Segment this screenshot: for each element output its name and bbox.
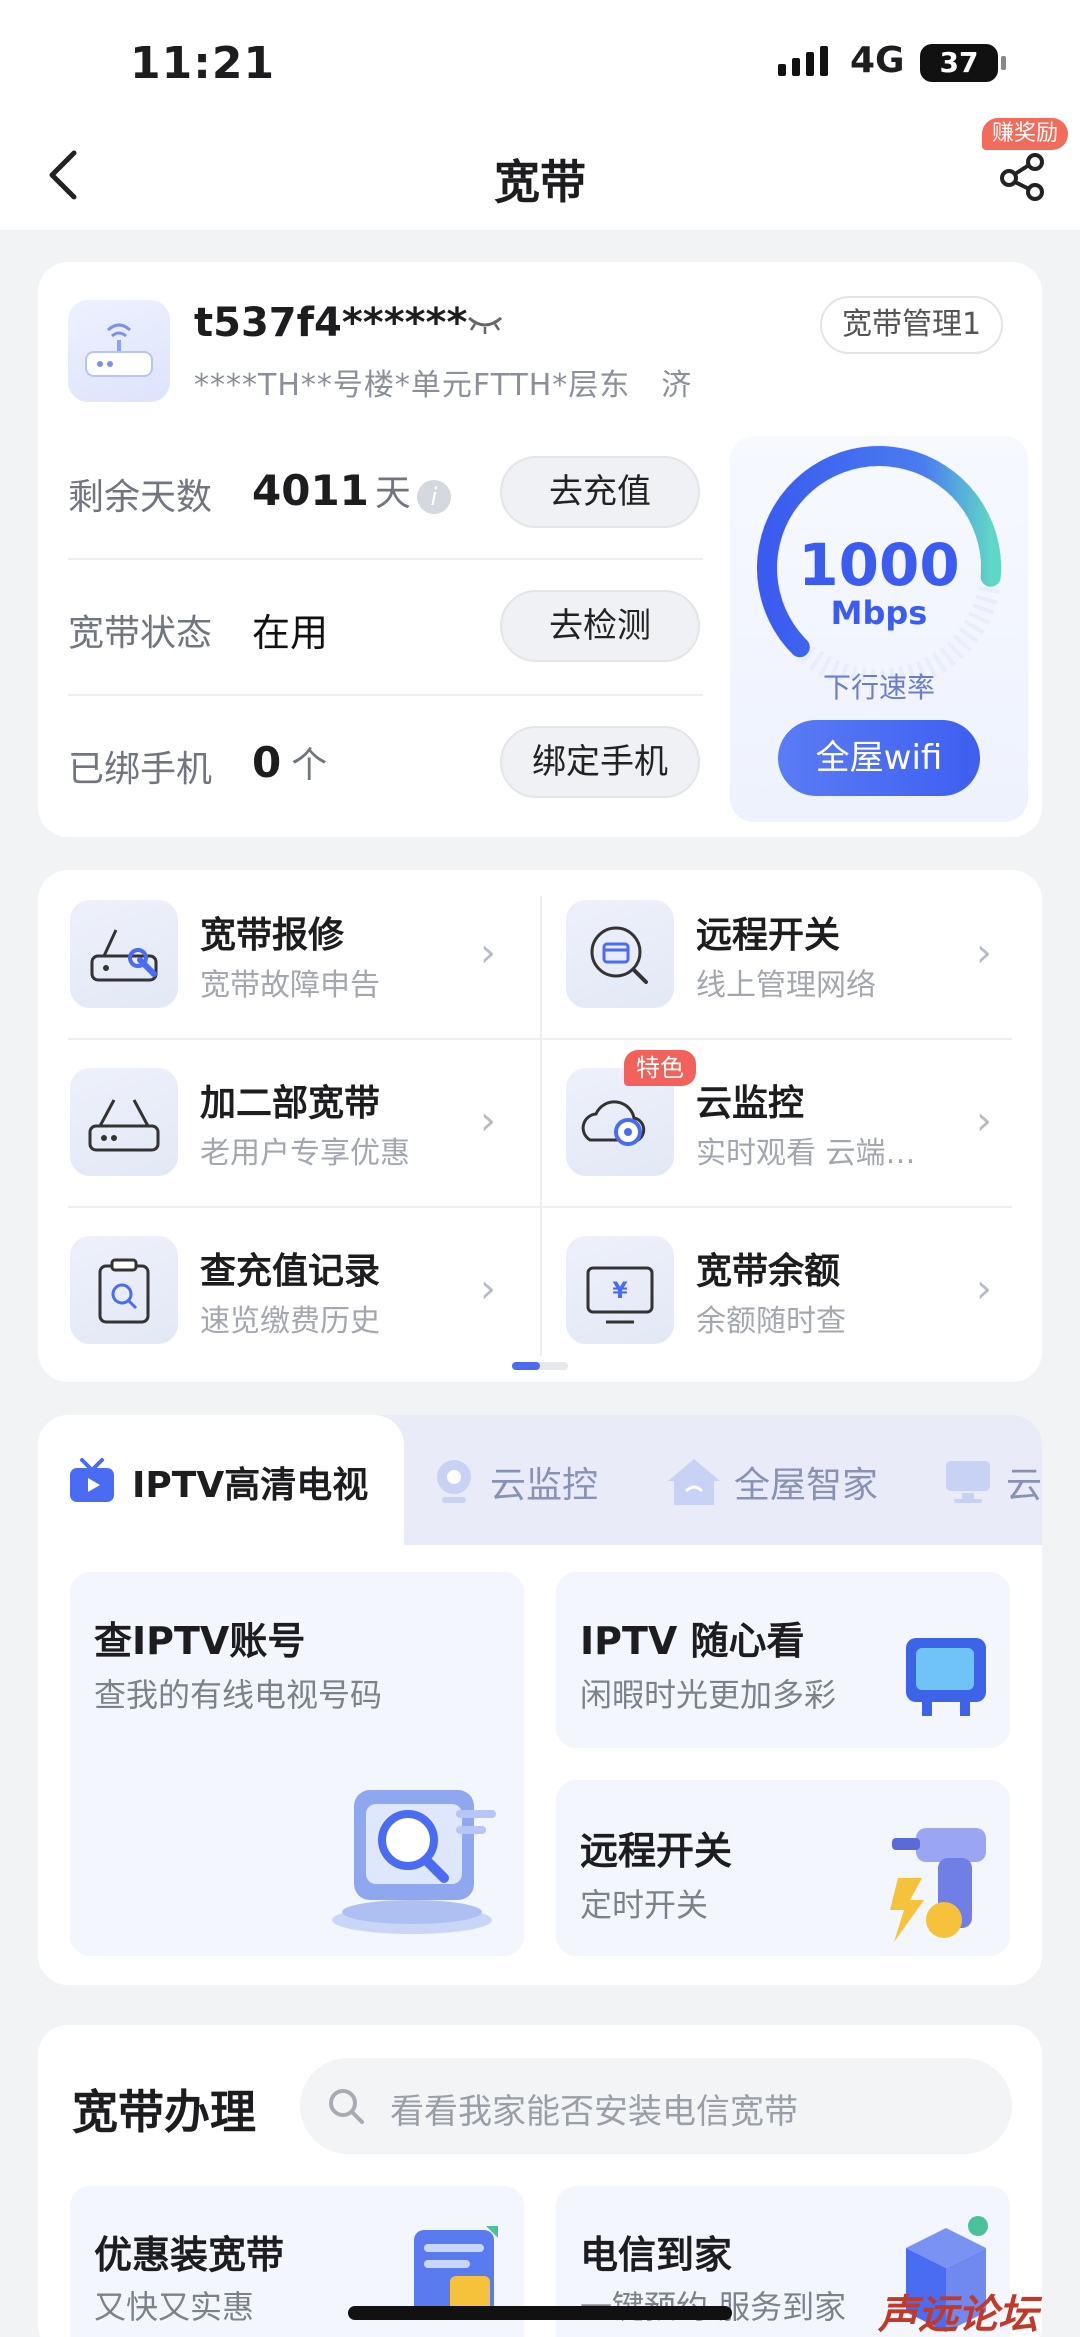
share-icon[interactable] — [995, 150, 1051, 202]
tab-smart-home[interactable]: 全屋智家 — [666, 1456, 878, 1508]
chevron-right-icon: › — [976, 930, 992, 976]
account-address: ****TH**号楼*单元FTTH*层东 济 — [194, 368, 693, 403]
reward-badge[interactable]: 赚奖励 — [982, 118, 1069, 150]
service-item[interactable]: 加二部宽带老用户专享优惠 › — [70, 1058, 560, 1226]
tile-subtitle: 一键预约 服务到家 — [580, 2288, 847, 2326]
clipboard-search-icon — [70, 1236, 178, 1344]
webcam-icon — [437, 1460, 471, 1503]
page-title: 宽带 — [494, 155, 586, 209]
router-wrench-icon — [70, 900, 178, 1008]
service-subtitle: 线上管理网络 — [696, 968, 876, 1003]
watermark: 声远论坛 — [878, 2292, 1038, 2337]
service-item[interactable]: 远程开关线上管理网络 › — [566, 890, 1056, 1058]
tile-title: 优惠装宽带 — [94, 2233, 285, 2277]
service-title: 远程开关 — [696, 915, 841, 956]
drill-power-icon — [890, 1828, 986, 1942]
remaining-days-value: 4011 — [252, 466, 369, 515]
divider — [68, 558, 703, 560]
search-placeholder: 看看我家能否安装电信宽带 — [390, 2092, 798, 2132]
service-item[interactable]: 查充值记录速览缴费历史 › — [70, 1226, 560, 1394]
signal-icon — [778, 46, 828, 76]
tile-title: 远程开关 — [580, 1829, 733, 1873]
router-icon — [68, 300, 170, 402]
info-icon[interactable]: i — [416, 480, 451, 514]
broadband-title: 宽带办理 — [72, 2085, 256, 2139]
status-time: 11:21 — [130, 38, 276, 89]
yen-monitor-icon: ¥ — [566, 1236, 674, 1344]
tab-label: 云监控 — [490, 1465, 599, 1506]
search-icon — [329, 2089, 364, 2124]
tile-subtitle: 定时开关 — [580, 1886, 709, 1924]
address-search-bar[interactable]: 看看我家能否安装电信宽带 — [300, 2058, 1012, 2154]
service-subtitle: 宽带故障申告 — [200, 968, 380, 1003]
remote-switch-tile[interactable]: 远程开关 定时开关 — [556, 1780, 1010, 1956]
tab-label: IPTV高清电视 — [132, 1465, 369, 1506]
remaining-days-label: 剩余天数 — [68, 477, 213, 518]
page-indicator — [512, 1362, 568, 1370]
divider — [68, 694, 703, 696]
tab-label: 云 — [1006, 1465, 1043, 1506]
bound-phone-value: 0 — [252, 738, 282, 787]
chevron-right-icon: › — [480, 1266, 496, 1312]
service-subtitle: 余额随时查 — [696, 1304, 846, 1339]
bound-phone-unit: 个 — [291, 745, 328, 786]
tab-iptv[interactable]: IPTV高清电视 — [66, 1456, 368, 1508]
battery-icon: 37 — [920, 44, 1006, 82]
recharge-button[interactable]: 去充值 — [500, 456, 700, 528]
remaining-days: 4011 天 i — [252, 464, 451, 516]
home-indicator — [348, 2306, 732, 2320]
whole-home-wifi-button[interactable]: 全屋wifi — [778, 720, 980, 796]
tile-subtitle: 闲暇时光更加多彩 — [580, 1676, 837, 1714]
broadband-manage-button[interactable]: 宽带管理1 — [820, 296, 1004, 354]
feature-tag: 特色 — [624, 1050, 696, 1086]
tab-cloud[interactable]: 云 — [942, 1456, 1042, 1508]
iptv-watch-tile[interactable]: IPTV 随心看 闲暇时光更加多彩 — [556, 1572, 1010, 1748]
cloud-monitor-icon — [946, 1461, 990, 1503]
router-icon — [70, 1068, 178, 1176]
status-value: 在用 — [252, 611, 329, 655]
tile-subtitle: 查我的有线电视号码 — [94, 1676, 383, 1714]
account-id: t537f4****** — [194, 300, 468, 346]
remaining-days-unit: 天 — [374, 473, 411, 514]
chevron-right-icon: › — [976, 1098, 992, 1144]
house-icon — [668, 1459, 720, 1505]
speed-unit: Mbps — [830, 594, 928, 632]
service-item[interactable]: ¥ 宽带余额余额随时查 › — [566, 1226, 1056, 1394]
service-subtitle: 速览缴费历史 — [200, 1304, 380, 1339]
bind-phone-button[interactable]: 绑定手机 — [500, 726, 700, 798]
chevron-right-icon: › — [976, 1266, 992, 1312]
tile-title: 查IPTV账号 — [94, 1619, 306, 1663]
check-button[interactable]: 去检测 — [500, 590, 700, 662]
service-subtitle: 老用户专享优惠 — [200, 1136, 410, 1171]
speed-label: 下行速率 — [822, 671, 935, 704]
service-title: 云监控 — [696, 1083, 805, 1124]
status-label: 宽带状态 — [68, 613, 213, 654]
bound-phone-label: 已绑手机 — [68, 749, 213, 790]
network-type: 4G — [850, 40, 905, 81]
service-title: 查充值记录 — [200, 1251, 381, 1292]
service-title: 加二部宽带 — [200, 1083, 381, 1124]
eye-closed-icon[interactable] — [465, 310, 505, 338]
tile-title: IPTV 随心看 — [580, 1619, 805, 1663]
svg-text:¥: ¥ — [612, 1279, 628, 1304]
tab-label: 全屋智家 — [734, 1465, 879, 1506]
speed-value: 1000 — [798, 531, 960, 599]
iptv-account-tile[interactable]: 查IPTV账号 查我的有线电视号码 — [70, 1572, 524, 1956]
tab-cloud-monitor[interactable]: 云监控 — [430, 1456, 598, 1508]
tv-magnifier-icon — [332, 1790, 496, 1934]
tv-icon — [70, 1458, 114, 1502]
service-subtitle: 实时观看 云端… — [696, 1136, 916, 1171]
chevron-right-icon: › — [480, 1098, 496, 1144]
tile-subtitle: 又快又实惠 — [94, 2288, 255, 2326]
service-title: 宽带余额 — [696, 1251, 841, 1292]
tile-title: 电信到家 — [580, 2233, 733, 2277]
service-title: 宽带报修 — [200, 915, 345, 956]
bound-phone: 0 个 — [252, 736, 327, 788]
chevron-right-icon: › — [480, 930, 496, 976]
service-item[interactable]: 宽带报修宽带故障申告 › — [70, 890, 560, 1058]
retro-tv-icon — [906, 1638, 986, 1716]
calendar-search-icon — [566, 900, 674, 1008]
